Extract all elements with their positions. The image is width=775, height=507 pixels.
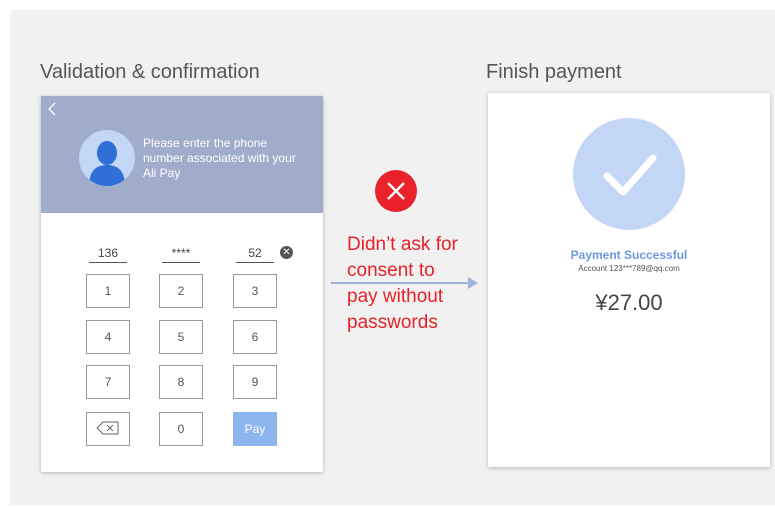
payment-amount: ¥27.00 — [595, 290, 663, 315]
keypad-key-1[interactable]: 1 — [86, 274, 130, 308]
error-x-icon — [375, 170, 417, 212]
payment-status-title: Payment Successful — [570, 248, 688, 262]
clear-input-icon[interactable]: ✕ — [280, 246, 293, 259]
avatar-icon — [79, 130, 135, 186]
phone-prefix-field[interactable]: 136 — [89, 246, 127, 263]
phone-masked-field[interactable]: **** — [162, 246, 200, 263]
callout-line: pay without — [347, 286, 444, 307]
backspace-button[interactable] — [86, 412, 130, 446]
backspace-icon — [96, 421, 120, 438]
keypad-key-3[interactable]: 3 — [233, 274, 277, 308]
account-text: Account 123***789@qq.com — [578, 264, 680, 273]
keypad-key-0[interactable]: 0 — [159, 412, 203, 446]
callout-line: Didn’t ask for — [347, 234, 458, 255]
pay-button[interactable]: Pay — [233, 412, 277, 446]
phone-suffix-field[interactable]: 52 — [236, 246, 274, 263]
callout-line: consent to — [347, 260, 435, 281]
phone-prompt-text: Please enter the phone number associated… — [143, 136, 296, 180]
keypad-key-6[interactable]: 6 — [233, 320, 277, 354]
screen-header: Please enter the phone number associated… — [41, 96, 323, 213]
keypad-key-4[interactable]: 4 — [86, 320, 130, 354]
validation-heading: Validation & confirmation — [40, 61, 260, 83]
finish-payment-heading: Finish payment — [486, 61, 622, 83]
keypad-key-9[interactable]: 9 — [233, 365, 277, 399]
checkmark-icon — [573, 118, 685, 230]
validation-screen: Please enter the phone number associated… — [41, 96, 323, 472]
payment-success-screen: Payment Successful Account 123***789@qq.… — [488, 93, 770, 467]
callout-line: passwords — [347, 312, 438, 333]
keypad-key-7[interactable]: 7 — [86, 365, 130, 399]
keypad-key-2[interactable]: 2 — [159, 274, 203, 308]
keypad-key-8[interactable]: 8 — [159, 365, 203, 399]
keypad-key-5[interactable]: 5 — [159, 320, 203, 354]
consent-warning-text: Didn’t ask for consent to pay without pa… — [347, 232, 487, 336]
back-arrow-icon[interactable] — [47, 102, 61, 116]
